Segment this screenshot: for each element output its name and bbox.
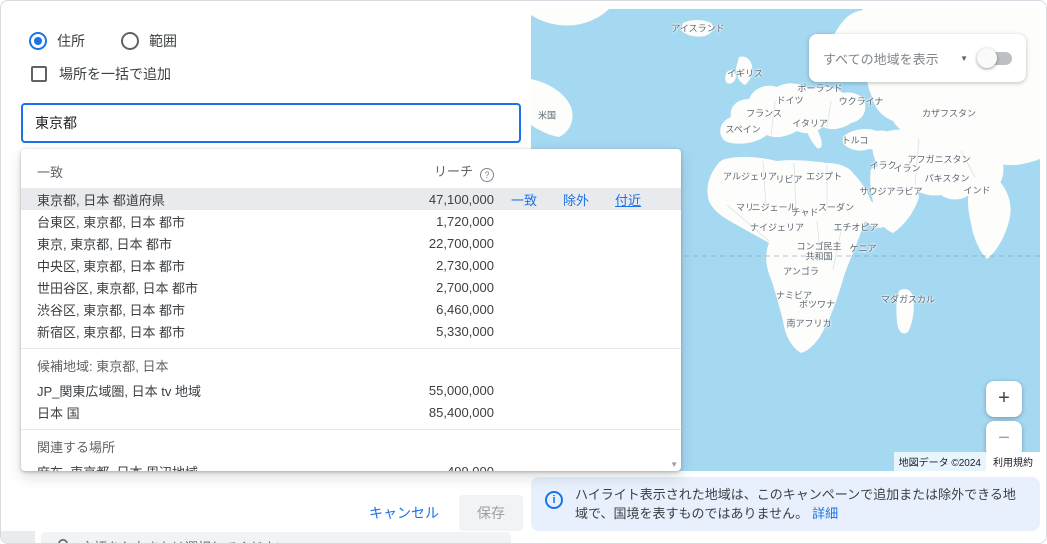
map-terms-link[interactable]: 利用規約 — [986, 452, 1040, 471]
result-name: 新宿区, 東京都, 日本 都市 — [37, 322, 374, 341]
result-name: 中央区, 東京都, 日本 都市 — [37, 256, 374, 275]
address-radio-icon[interactable] — [29, 32, 47, 50]
reach-column-header: リーチ — [434, 164, 473, 179]
related-places-header: 関連する場所 — [21, 436, 681, 460]
result-reach: 1,720,000 — [374, 214, 494, 229]
result-row[interactable]: 台東区, 東京都, 日本 都市1,720,000 — [21, 210, 681, 232]
save-button[interactable]: 保存 — [459, 495, 523, 531]
bulk-add-checkbox[interactable] — [31, 66, 47, 82]
map-attribution: 地図データ ©2024 — [894, 452, 986, 471]
action-nearby-link[interactable]: 付近 — [615, 190, 641, 209]
language-search-placeholder: 言語を入力または選択してください — [81, 537, 288, 544]
action-exclude-link[interactable]: 除外 — [563, 190, 589, 209]
region-display-label: すべての地域を表示 — [823, 49, 952, 68]
result-row[interactable]: 渋谷区, 東京都, 日本 都市6,460,000 — [21, 298, 681, 320]
address-radio-label: 住所 — [57, 31, 85, 51]
result-reach: 85,400,000 — [374, 405, 494, 420]
action-match-link[interactable]: 一致 — [511, 190, 537, 209]
result-row[interactable]: 世田谷区, 東京都, 日本 都市2,700,000 — [21, 276, 681, 298]
results-header-row: 一致 リーチ? — [21, 155, 681, 188]
region-display-dropdown[interactable]: すべての地域を表示 ▼ — [809, 34, 1026, 82]
match-results-list: 東京都, 日本 都道府県47,100,000一致除外付近台東区, 東京都, 日本… — [21, 188, 681, 342]
region-visibility-toggle[interactable] — [980, 52, 1012, 65]
notice-text: ハイライト表示された地域は、このキャンペーンで追加または除外できる地域で、国境を… — [575, 487, 1016, 521]
page-background-edge — [1, 531, 35, 544]
result-reach: 2,700,000 — [374, 280, 494, 295]
result-row[interactable]: 中央区, 東京都, 日本 都市2,730,000 — [21, 254, 681, 276]
result-name: 渋谷区, 東京都, 日本 都市 — [37, 300, 374, 319]
result-name: 台東区, 東京都, 日本 都市 — [37, 212, 374, 231]
language-search-field[interactable]: 言語を入力または選択してください — [41, 532, 511, 544]
result-reach: 47,100,000 — [374, 192, 494, 207]
result-name: 麻布, 東京都, 日本 周辺地域 — [37, 462, 374, 472]
result-row[interactable]: JP_関東広域圏, 日本 tv 地域55,000,000 — [21, 379, 681, 401]
result-name: JP_関東広域圏, 日本 tv 地域 — [37, 381, 374, 400]
search-results-dropdown: 一致 リーチ? 東京都, 日本 都道府県47,100,000一致除外付近台東区,… — [21, 149, 681, 471]
result-name: 東京, 東京都, 日本 都市 — [37, 234, 374, 253]
notice-detail-link[interactable]: 詳細 — [812, 506, 838, 521]
result-reach: 6,460,000 — [374, 302, 494, 317]
location-search-input[interactable] — [21, 103, 521, 143]
result-row[interactable]: 麻布, 東京都, 日本 周辺地域499,000 — [21, 460, 681, 471]
radius-radio-icon[interactable] — [121, 32, 139, 50]
info-icon: i — [545, 491, 563, 509]
location-type-radio-group: 住所 範囲 — [29, 31, 177, 51]
notice-text-wrap: ハイライト表示された地域は、このキャンペーンで追加または除外できる地域で、国境を… — [575, 486, 1026, 522]
bulk-add-row[interactable]: 場所を一括で追加 — [31, 64, 171, 84]
map-attribution-bar: 地図データ ©2024 利用規約 — [894, 452, 1040, 471]
result-reach: 22,700,000 — [374, 236, 494, 251]
result-name: 東京都, 日本 都道府県 — [37, 190, 374, 209]
result-reach: 5,330,000 — [374, 324, 494, 339]
search-icon — [57, 538, 71, 544]
caret-down-icon: ▼ — [960, 54, 968, 63]
location-targeting-dialog: 住所 範囲 場所を一括で追加 一致 リーチ? 東京都, 日本 都道府県47,10… — [0, 0, 1047, 544]
address-radio-option[interactable]: 住所 — [29, 31, 85, 51]
result-row[interactable]: 東京, 東京都, 日本 都市22,700,000 — [21, 232, 681, 254]
result-name: 世田谷区, 東京都, 日本 都市 — [37, 278, 374, 297]
related-places-list: 麻布, 東京都, 日本 周辺地域499,000 — [21, 460, 681, 471]
highlight-notice: i ハイライト表示された地域は、このキャンペーンで追加または除外できる地域で、国… — [531, 477, 1040, 531]
bulk-add-label: 場所を一括で追加 — [59, 64, 171, 84]
reach-help-icon[interactable]: ? — [480, 168, 494, 182]
match-column-header: 一致 — [37, 162, 374, 181]
zoom-in-button[interactable]: + — [986, 381, 1022, 417]
result-name: 日本 国 — [37, 403, 374, 422]
result-row[interactable]: 東京都, 日本 都道府県47,100,000 一致 除外 付近 — [21, 188, 681, 210]
radius-radio-option[interactable]: 範囲 — [121, 31, 177, 51]
cancel-button[interactable]: キャンセル — [361, 495, 447, 531]
result-reach: 499,000 — [374, 464, 494, 472]
divider — [21, 429, 681, 430]
result-row[interactable]: 新宿区, 東京都, 日本 都市5,330,000 — [21, 320, 681, 342]
suggested-regions-header: 候補地域: 東京都, 日本 — [21, 355, 681, 379]
result-reach: 55,000,000 — [374, 383, 494, 398]
scroll-down-icon[interactable]: ▼ — [670, 460, 678, 469]
result-reach: 2,730,000 — [374, 258, 494, 273]
suggested-regions-list: JP_関東広域圏, 日本 tv 地域55,000,000日本 国85,400,0… — [21, 379, 681, 423]
radius-radio-label: 範囲 — [149, 31, 177, 51]
result-row[interactable]: 日本 国85,400,000 — [21, 401, 681, 423]
divider — [21, 348, 681, 349]
